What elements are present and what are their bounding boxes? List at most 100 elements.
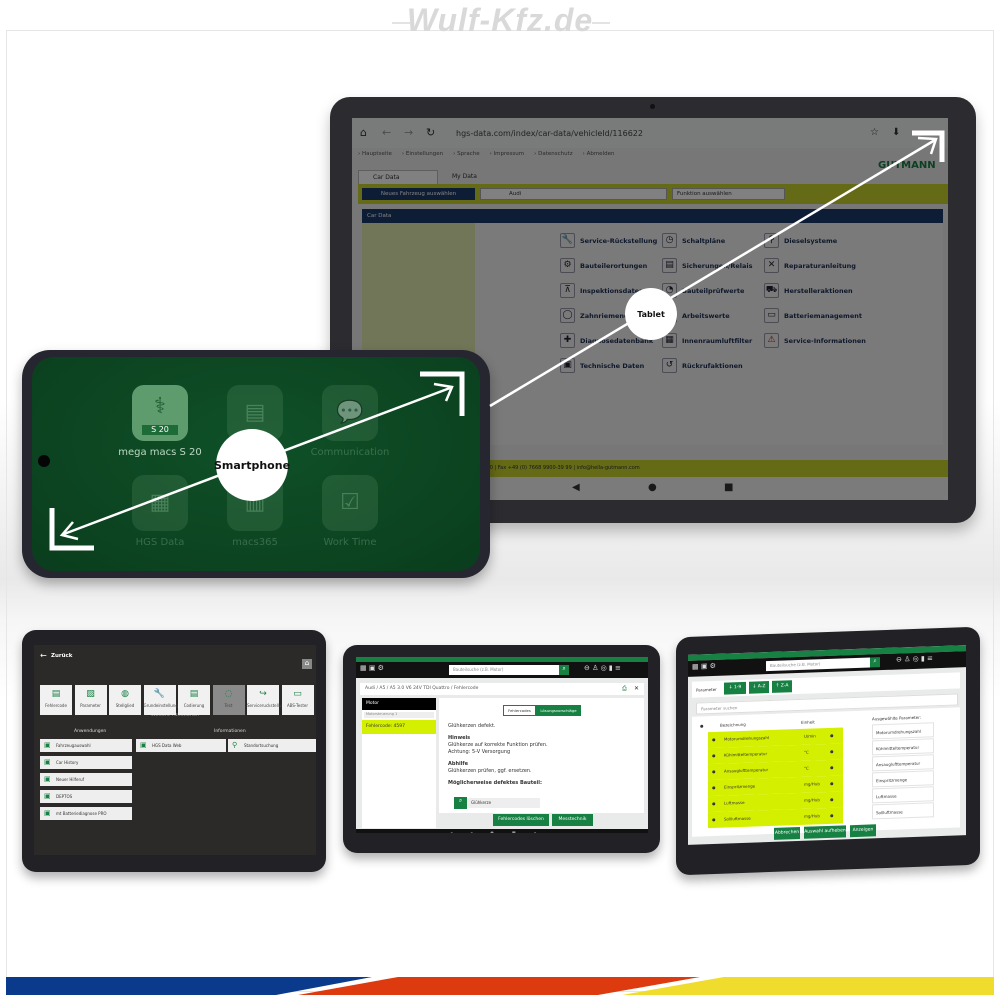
function-link[interactable]: Schaltpläne <box>682 237 725 245</box>
app-button[interactable]: ▣ DEPTOS <box>40 790 132 803</box>
row-checkbox-icon[interactable]: ● <box>712 732 716 748</box>
diagnosis-icon[interactable]: ✚ <box>560 333 575 348</box>
function-link[interactable]: Sicherungen/Relais <box>682 262 752 270</box>
search-input[interactable]: Bauteilsuche (z.B. Motor) <box>449 665 559 675</box>
function-link[interactable]: Service-Rückstellung <box>580 237 657 245</box>
function-link[interactable]: Innenraumluftfilter <box>682 337 752 345</box>
cancel-button[interactable]: Abbrechen <box>774 826 800 840</box>
function-link[interactable]: Bauteilprüfwerte <box>682 287 744 295</box>
selected-parameter[interactable]: Sollluftmasse <box>872 802 934 820</box>
clock-icon[interactable]: ◷ <box>662 233 677 248</box>
function-tile[interactable]: ↪ Serviceruckstellung <box>247 685 286 715</box>
function-tile[interactable]: ◍ Stellglied <box>109 685 141 715</box>
measurement-button[interactable]: Messtechnik <box>552 814 593 826</box>
row-checkbox-icon[interactable]: ● <box>712 780 716 796</box>
part-search-icon[interactable]: ⌕ <box>454 797 467 809</box>
app-button[interactable]: ▣ Car History <box>40 756 132 769</box>
app-label[interactable]: HGS Data <box>105 537 215 548</box>
function-tile[interactable]: ▨ Parameter <box>74 685 107 715</box>
nav-home-icon[interactable]: ● <box>648 482 657 493</box>
app-button[interactable]: ▣ Fahrzeugauswahl <box>40 739 132 752</box>
function-tile[interactable]: ▤ Fehlercode <box>40 685 72 715</box>
car-data-icon[interactable]: ▣ <box>560 358 575 373</box>
selected-parameter[interactable]: Einspritzmenge <box>872 770 934 788</box>
nav-back-icon[interactable]: ◀ <box>572 482 580 493</box>
selected-parameter[interactable]: Kühlmitteltemperatur <box>872 738 934 756</box>
bookmark-link[interactable]: › Hauptseite <box>358 151 392 157</box>
function-link[interactable]: Bauteilerortungen <box>580 262 647 270</box>
function-link[interactable]: Rückrufaktionen <box>682 362 743 370</box>
app-label[interactable]: macs365 <box>200 537 310 548</box>
clear-fault-codes-button[interactable]: Fehlercodes löschen <box>493 814 549 826</box>
search-icon[interactable]: ⌕ <box>870 657 880 668</box>
clear-selection-button[interactable]: Auswahl aufheben <box>804 825 846 839</box>
data-icon[interactable]: ▦ <box>132 475 188 531</box>
home-icon[interactable]: ⌂ <box>360 126 367 139</box>
reload-icon[interactable]: ↻ <box>426 126 435 139</box>
app-label[interactable]: Work Time <box>295 537 405 548</box>
app-button[interactable]: ▣ Neuer Hilferuf <box>40 773 132 786</box>
tab-solutions[interactable]: Lösungsvorschläge <box>536 705 581 716</box>
new-vehicle-button[interactable]: Neues Fahrzeug auswählen <box>362 188 475 200</box>
app-label[interactable]: Communication <box>295 447 405 458</box>
function-tile[interactable]: ▤ Codierung <box>178 685 210 715</box>
row-checkbox-icon[interactable]: ● <box>712 764 716 780</box>
nav-recents-icon[interactable]: ■ <box>724 482 733 493</box>
forward-icon[interactable]: → <box>404 126 413 139</box>
show-button[interactable]: Anzeigen <box>850 824 876 838</box>
back-arrow-icon[interactable]: ← <box>40 651 47 660</box>
sort-za-button[interactable]: ↑ Z-A <box>772 680 792 693</box>
back-link[interactable]: Zurück <box>51 653 72 659</box>
app-button[interactable]: ▣ mt Batteriediagnose PRO <box>40 807 132 820</box>
function-link[interactable]: Herstelleraktionen <box>784 287 853 295</box>
tab-car-data[interactable]: Car Data <box>358 170 438 184</box>
info-button[interactable]: ⚲ Standortsuchung <box>228 739 316 752</box>
function-link[interactable]: Reparaturanleitung <box>784 262 856 270</box>
function-link[interactable]: Dieselsysteme <box>784 237 837 245</box>
bookmark-link[interactable]: › Sprache <box>453 151 479 157</box>
bookmark-link[interactable]: › Impressum <box>490 151 525 157</box>
info-button[interactable]: ▣ HGS Data Web <box>136 739 226 752</box>
injector-icon[interactable]: ⚲ <box>764 233 779 248</box>
toolbar-icons[interactable]: ▦ ▣ ⚙ <box>360 664 384 672</box>
function-select[interactable]: Funktion auswählen <box>672 188 785 200</box>
truck-icon[interactable]: ⛟ <box>764 283 779 298</box>
print-icon[interactable]: ⎙ <box>622 685 627 693</box>
toolbar-right-icons[interactable]: ⊖ ♙ ◎ ▮ ≡ <box>584 664 621 672</box>
bookmark-link[interactable]: › Abmelden <box>583 151 615 157</box>
worktime-icon[interactable]: ☑ <box>322 475 378 531</box>
close-icon[interactable]: ✕ <box>634 685 639 692</box>
lift-icon[interactable]: ⊼ <box>560 283 575 298</box>
tab-my-data[interactable]: My Data <box>438 170 508 184</box>
app-label[interactable]: mega macs S 20 <box>105 447 215 458</box>
function-link[interactable]: Batteriemanagement <box>784 312 862 320</box>
home-button[interactable]: ⌂ <box>302 659 312 669</box>
function-tile[interactable]: ◌ Test <box>212 685 245 715</box>
recall-icon[interactable]: ↺ <box>662 358 677 373</box>
chat-icon[interactable]: 💬 <box>322 385 378 441</box>
warning-icon[interactable]: ⚠ <box>764 333 779 348</box>
android-nav-bar[interactable]: ◂◂●■◂ <box>356 829 648 833</box>
selected-parameter[interactable]: Luftmasse <box>872 786 934 804</box>
selected-parameter[interactable]: Motorumdrehungszahl <box>872 722 934 740</box>
part-field[interactable]: Glühkerze <box>467 798 540 808</box>
url-bar[interactable]: hgs-data.com/index/car-data/vehicleId/11… <box>456 129 643 138</box>
vehicle-select[interactable]: Audi <box>480 188 667 200</box>
function-tile[interactable]: ▭ ABS-Tester <box>281 685 314 715</box>
select-all-icon[interactable]: ● <box>700 723 704 728</box>
fuse-icon[interactable]: ▤ <box>662 258 677 273</box>
toolbar-icons[interactable]: ▦ ▣ ⚙ <box>692 662 716 671</box>
row-checkbox-icon[interactable]: ● <box>712 748 716 764</box>
bookmark-link[interactable]: › Einstellungen <box>402 151 443 157</box>
gear-icon[interactable]: ⚙ <box>560 258 575 273</box>
bookmark-star-icon[interactable]: ☆ <box>870 127 879 138</box>
bookmark-link[interactable]: › Datenschutz <box>534 151 572 157</box>
function-tile[interactable]: 🔧 Grundeinstellung <box>143 685 178 715</box>
wrench-icon[interactable]: 🔧 <box>560 233 575 248</box>
search-icon[interactable]: ⌕ <box>559 665 569 675</box>
function-link[interactable]: Service-Informationen <box>784 337 866 345</box>
tab-fault-codes[interactable]: Fehlercodes <box>503 705 536 716</box>
fault-code-item[interactable]: Fehlercode: 4597 <box>362 720 436 734</box>
row-checkbox-icon[interactable]: ● <box>712 796 716 812</box>
function-link[interactable]: Arbeitswerte <box>682 312 730 320</box>
